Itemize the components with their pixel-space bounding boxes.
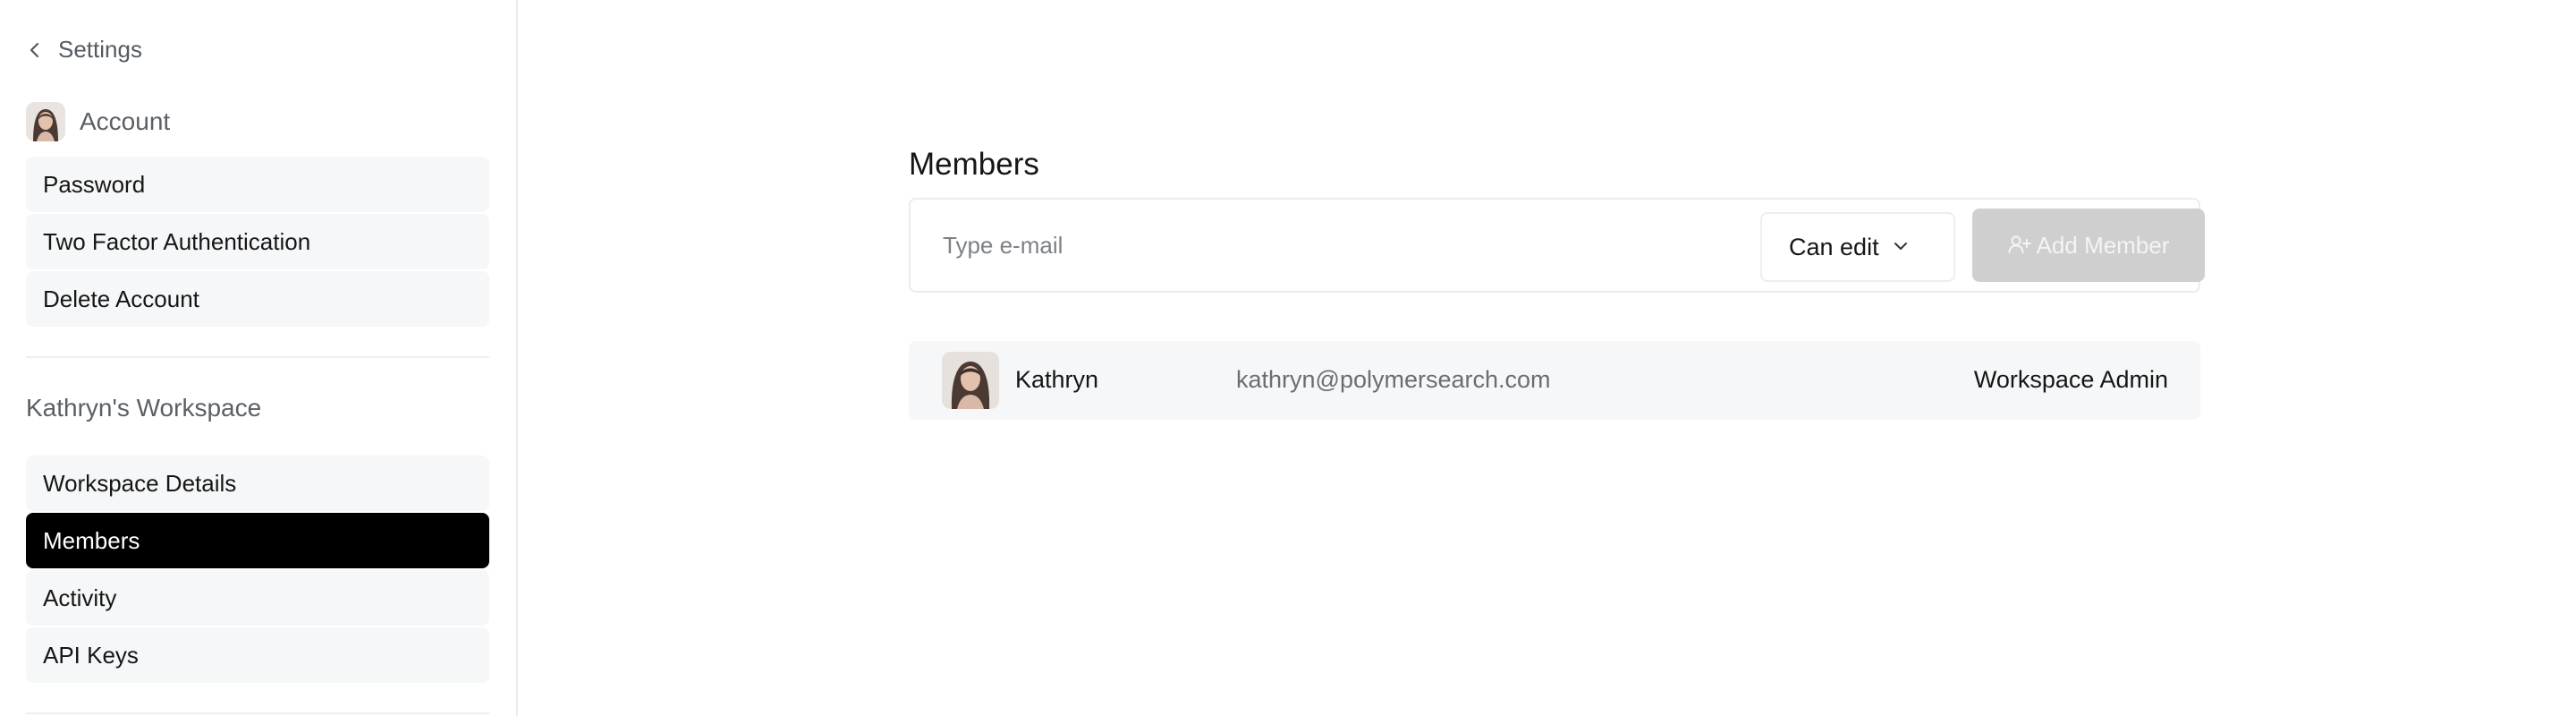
members-panel: Members Can edit Add Member: [518, 0, 2576, 716]
workspace-menu: Workspace Details Members Activity API K…: [26, 456, 489, 683]
sidebar-divider: [26, 356, 489, 358]
sidebar-item-two-factor-authentication[interactable]: Two Factor Authentication: [26, 214, 489, 269]
sidebar-item-label: Two Factor Authentication: [43, 227, 311, 255]
sidebar-item-members[interactable]: Members: [26, 513, 489, 568]
chevron-down-icon: [1894, 239, 1908, 255]
sidebar-item-label: Members: [43, 526, 140, 554]
member-name: Kathryn: [1015, 366, 1099, 393]
back-label: Settings: [58, 36, 142, 63]
settings-app: Settings Account Password Two Factor Aut…: [0, 0, 2576, 716]
chevron-left-icon: [26, 41, 44, 59]
sidebar-item-label: Delete Account: [43, 285, 199, 312]
avatar: [26, 102, 65, 141]
page-title: Members: [909, 147, 1039, 182]
sidebar-item-activity[interactable]: Activity: [26, 570, 489, 626]
sidebar-item-workspace-details[interactable]: Workspace Details: [26, 456, 489, 511]
account-section-title: Account: [80, 107, 171, 135]
sidebar-divider: [26, 712, 489, 714]
member-role: Workspace Admin: [1973, 366, 2168, 393]
sidebar-item-delete-account[interactable]: Delete Account: [26, 271, 489, 327]
account-section-header: Account: [26, 102, 170, 141]
sidebar-item-api-keys[interactable]: API Keys: [26, 627, 489, 683]
sidebar-item-label: Workspace Details: [43, 469, 237, 497]
sidebar-item-label: Activity: [43, 584, 117, 611]
workspace-section-title: Kathryn's Workspace: [26, 394, 262, 422]
sidebar-item-label: API Keys: [43, 641, 139, 669]
permission-dropdown[interactable]: Can edit: [1760, 212, 1955, 282]
avatar: [942, 352, 999, 409]
member-email: kathryn@polymersearch.com: [1236, 366, 1551, 393]
invite-member-form: Can edit Add Member: [909, 198, 2205, 293]
permission-value: Can edit: [1789, 233, 1879, 260]
member-row[interactable]: Kathryn kathryn@polymersearch.com Worksp…: [909, 341, 2200, 420]
user-plus-icon: [2008, 234, 2031, 257]
back-to-settings-link[interactable]: Settings: [26, 36, 142, 64]
sidebar-item-password[interactable]: Password: [26, 157, 489, 212]
sidebar-item-label: Password: [43, 170, 146, 198]
settings-sidebar: Settings Account Password Two Factor Aut…: [0, 0, 518, 716]
add-member-label: Add Member: [2036, 231, 2170, 259]
add-member-button[interactable]: Add Member: [1972, 209, 2205, 282]
account-menu: Password Two Factor Authentication Delet…: [26, 157, 489, 327]
email-input[interactable]: [927, 212, 1750, 278]
